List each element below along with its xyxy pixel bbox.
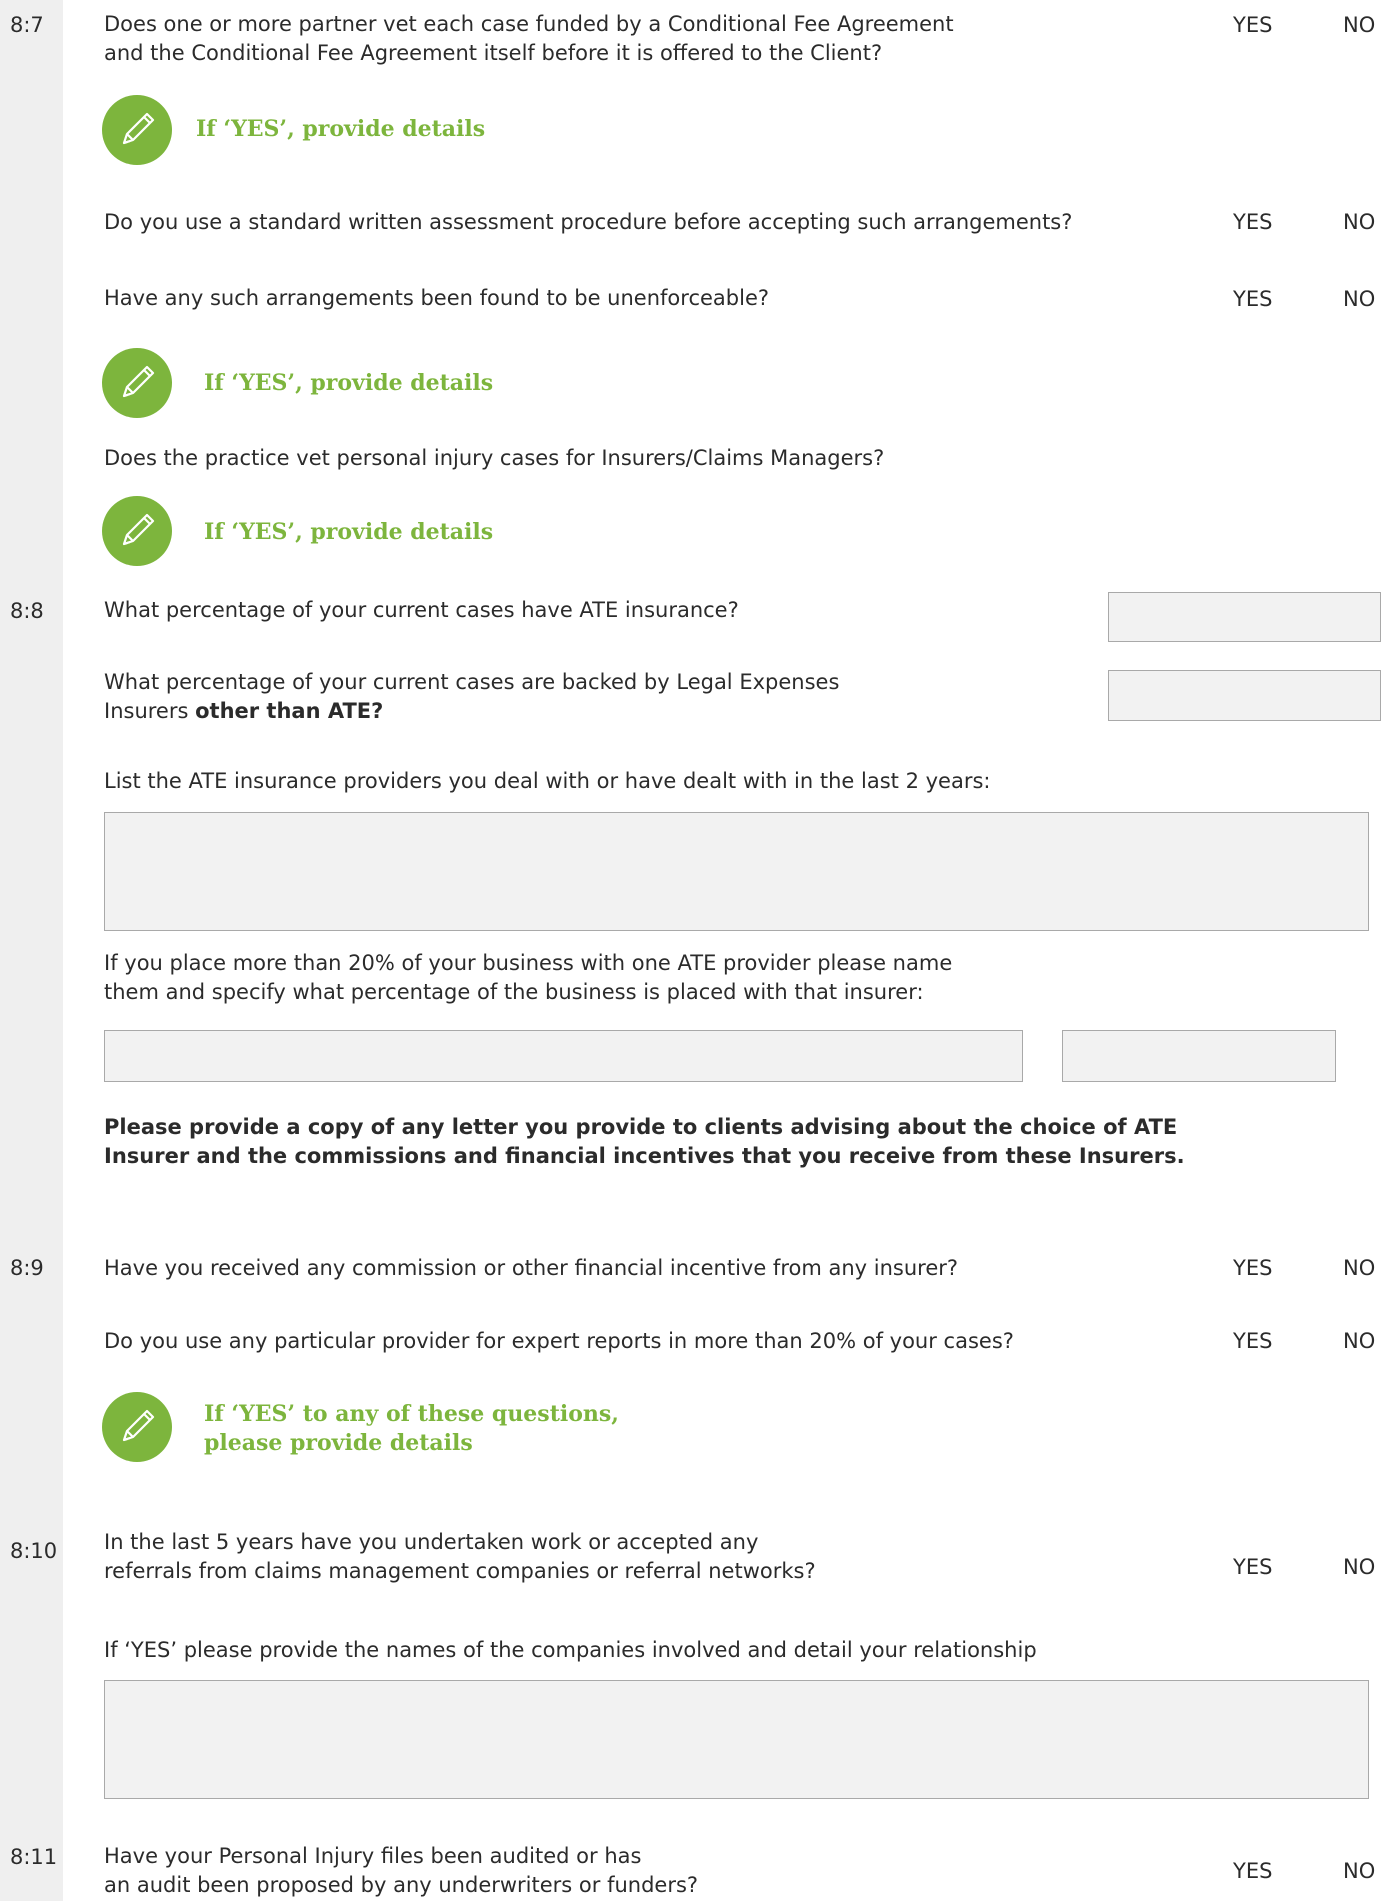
yes-option[interactable]: YES: [1233, 1327, 1272, 1355]
no-option[interactable]: NO: [1343, 1857, 1375, 1885]
yes-option[interactable]: YES: [1233, 11, 1272, 39]
provide-details-label: If ‘YES’, provide details: [196, 116, 486, 142]
question-line: an audit been proposed by any underwrite…: [104, 1873, 699, 1897]
no-option[interactable]: NO: [1343, 1553, 1375, 1581]
ate-providers-textarea[interactable]: [104, 812, 1369, 931]
provide-details-label: If ‘YES’, provide details: [204, 519, 494, 545]
section-number-8-11: 8:11: [10, 1845, 58, 1869]
question-expert-reports-provider: Do you use any particular provider for e…: [104, 1329, 1014, 1353]
pencil-icon: [102, 348, 172, 418]
section-number-8-7: 8:7: [10, 13, 44, 37]
question-line: referrals from claims management compani…: [104, 1559, 816, 1583]
section-number-8-8: 8:8: [10, 599, 44, 623]
pencil-icon: [102, 95, 172, 165]
question-line: Does one or more partner vet each case f…: [104, 12, 954, 36]
no-option[interactable]: NO: [1343, 1254, 1375, 1282]
section-number-8-9: 8:9: [10, 1256, 44, 1280]
question-referral-companies-details: If ‘YES’ please provide the names of the…: [104, 1638, 1037, 1662]
question-line: and the Conditional Fee Agreement itself…: [104, 41, 883, 65]
pencil-icon: [102, 1392, 172, 1462]
ate-provider-percentage-input[interactable]: [1062, 1030, 1336, 1082]
note-line: Please provide a copy of any letter you …: [104, 1115, 1178, 1139]
question-line: Insurers other than ATE?: [104, 697, 839, 726]
yes-option[interactable]: YES: [1233, 1857, 1272, 1885]
question-line: What percentage of your current cases ar…: [104, 670, 840, 694]
referral-companies-textarea[interactable]: [104, 1680, 1369, 1799]
question-ate-provider-share: If you place more than 20% of your busin…: [104, 949, 952, 1007]
yes-option[interactable]: YES: [1233, 1254, 1272, 1282]
no-option[interactable]: NO: [1343, 208, 1375, 236]
question-emphasis: other than ATE?: [195, 699, 384, 723]
details-line: If ‘YES’ to any of these questions,: [204, 1401, 619, 1427]
left-margin-bar: [0, 0, 63, 1901]
yes-option[interactable]: YES: [1233, 1553, 1272, 1581]
question-line: them and specify what percentage of the …: [104, 980, 924, 1004]
question-ate-providers: List the ATE insurance providers you dea…: [104, 769, 991, 793]
question-cfa-vetting: Does one or more partner vet each case f…: [104, 10, 954, 68]
question-text: Insurers: [104, 699, 196, 723]
ate-letter-note: Please provide a copy of any letter you …: [104, 1113, 1185, 1171]
question-line: Have your Personal Injury files been aud…: [104, 1844, 642, 1868]
question-commission: Have you received any commission or othe…: [104, 1256, 959, 1280]
no-option[interactable]: NO: [1343, 11, 1375, 39]
question-line: If you place more than 20% of your busin…: [104, 951, 953, 975]
provide-details-label: If ‘YES’ to any of these questions, plea…: [204, 1400, 619, 1458]
question-line: In the last 5 years have you undertaken …: [104, 1530, 759, 1554]
question-assessment-procedure: Do you use a standard written assessment…: [104, 210, 1073, 234]
ate-percentage-input[interactable]: [1108, 592, 1381, 642]
yes-option[interactable]: YES: [1233, 208, 1272, 236]
note-line: Insurer and the commissions and financia…: [104, 1144, 1185, 1168]
question-unenforceable: Have any such arrangements been found to…: [104, 286, 770, 310]
no-option[interactable]: NO: [1343, 285, 1375, 313]
yes-option[interactable]: YES: [1233, 285, 1272, 313]
question-claims-management-referrals: In the last 5 years have you undertaken …: [104, 1528, 816, 1586]
question-vet-personal-injury: Does the practice vet personal injury ca…: [104, 446, 885, 470]
legal-expenses-percentage-input[interactable]: [1108, 670, 1381, 721]
pencil-icon: [102, 496, 172, 566]
ate-provider-name-input[interactable]: [104, 1030, 1023, 1082]
section-number-8-10: 8:10: [10, 1539, 58, 1563]
question-pi-files-audit: Have your Personal Injury files been aud…: [104, 1842, 698, 1900]
details-line: please provide details: [204, 1430, 473, 1456]
provide-details-label: If ‘YES’, provide details: [204, 370, 494, 396]
question-ate-percentage: What percentage of your current cases ha…: [104, 598, 739, 622]
question-legal-expenses-percentage: What percentage of your current cases ar…: [104, 668, 839, 726]
no-option[interactable]: NO: [1343, 1327, 1375, 1355]
